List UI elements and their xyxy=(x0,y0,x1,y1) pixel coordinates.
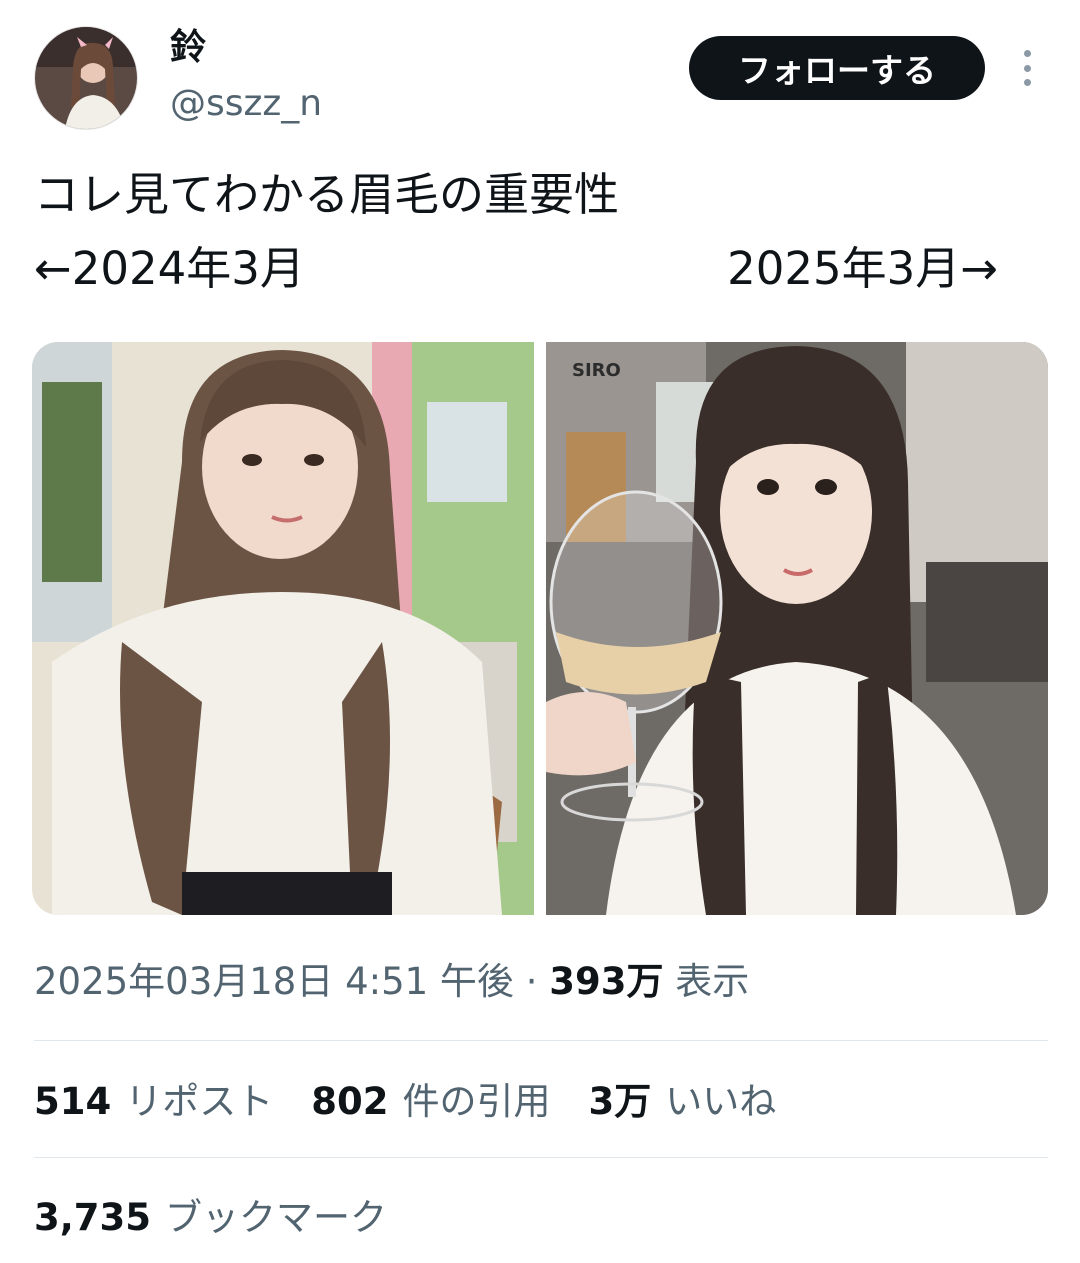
reposts-stat[interactable]: 514 リポスト xyxy=(34,1070,273,1134)
views-count: 393万 xyxy=(549,960,664,1003)
likes-stat[interactable]: 3万 いいね xyxy=(588,1070,776,1134)
engagement-stats: 514 リポスト 802 件の引用 3万 いいね xyxy=(34,1070,776,1134)
quotes-count: 802 xyxy=(311,1080,389,1123)
divider xyxy=(34,1157,1048,1158)
post-text-line: コレ見てわかる眉毛の重要性 xyxy=(34,168,620,221)
display-name[interactable]: 鈴 xyxy=(170,26,206,70)
quotes-stat[interactable]: 802 件の引用 xyxy=(311,1070,550,1134)
photo-before[interactable] xyxy=(32,342,534,915)
likes-count: 3万 xyxy=(588,1080,652,1123)
likes-label: いいね xyxy=(665,1080,777,1123)
views-label: 表示 xyxy=(663,960,750,1003)
reposts-count: 514 xyxy=(34,1080,112,1123)
meta-separator: · xyxy=(513,960,550,1003)
date-after-label: 2025年3月→ xyxy=(727,242,998,295)
divider xyxy=(34,1040,1048,1041)
more-vertical-icon[interactable] xyxy=(1012,50,1042,86)
reposts-label: リポスト xyxy=(125,1080,274,1123)
photo-sign-text: SIRO xyxy=(572,360,621,381)
date-before-label: ←2024年3月 xyxy=(34,242,305,295)
post-meta: 2025年03月18日 4:51 午後 · 393万 表示 xyxy=(34,950,749,1014)
post-text-dates: ←2024年3月 2025年3月→ xyxy=(34,232,998,306)
bookmarks-label: ブックマーク xyxy=(165,1196,388,1239)
avatar[interactable] xyxy=(34,26,138,130)
follow-button[interactable]: フォローする xyxy=(689,36,985,100)
user-handle[interactable]: @sszz_n xyxy=(170,82,322,126)
post-timestamp[interactable]: 2025年03月18日 4:51 午後 xyxy=(34,960,514,1003)
quotes-label: 件の引用 xyxy=(402,1080,551,1123)
post-text: コレ見てわかる眉毛の重要性 ←2024年3月 2025年3月→ xyxy=(34,158,1044,306)
post-media[interactable]: SIRO xyxy=(32,342,1048,915)
post-header: 鈴 @sszz_n フォローする xyxy=(0,0,1080,140)
bookmarks-stat[interactable]: 3,735 ブックマーク xyxy=(34,1186,387,1250)
photo-after[interactable]: SIRO xyxy=(546,342,1048,915)
bookmarks-count: 3,735 xyxy=(34,1196,152,1239)
